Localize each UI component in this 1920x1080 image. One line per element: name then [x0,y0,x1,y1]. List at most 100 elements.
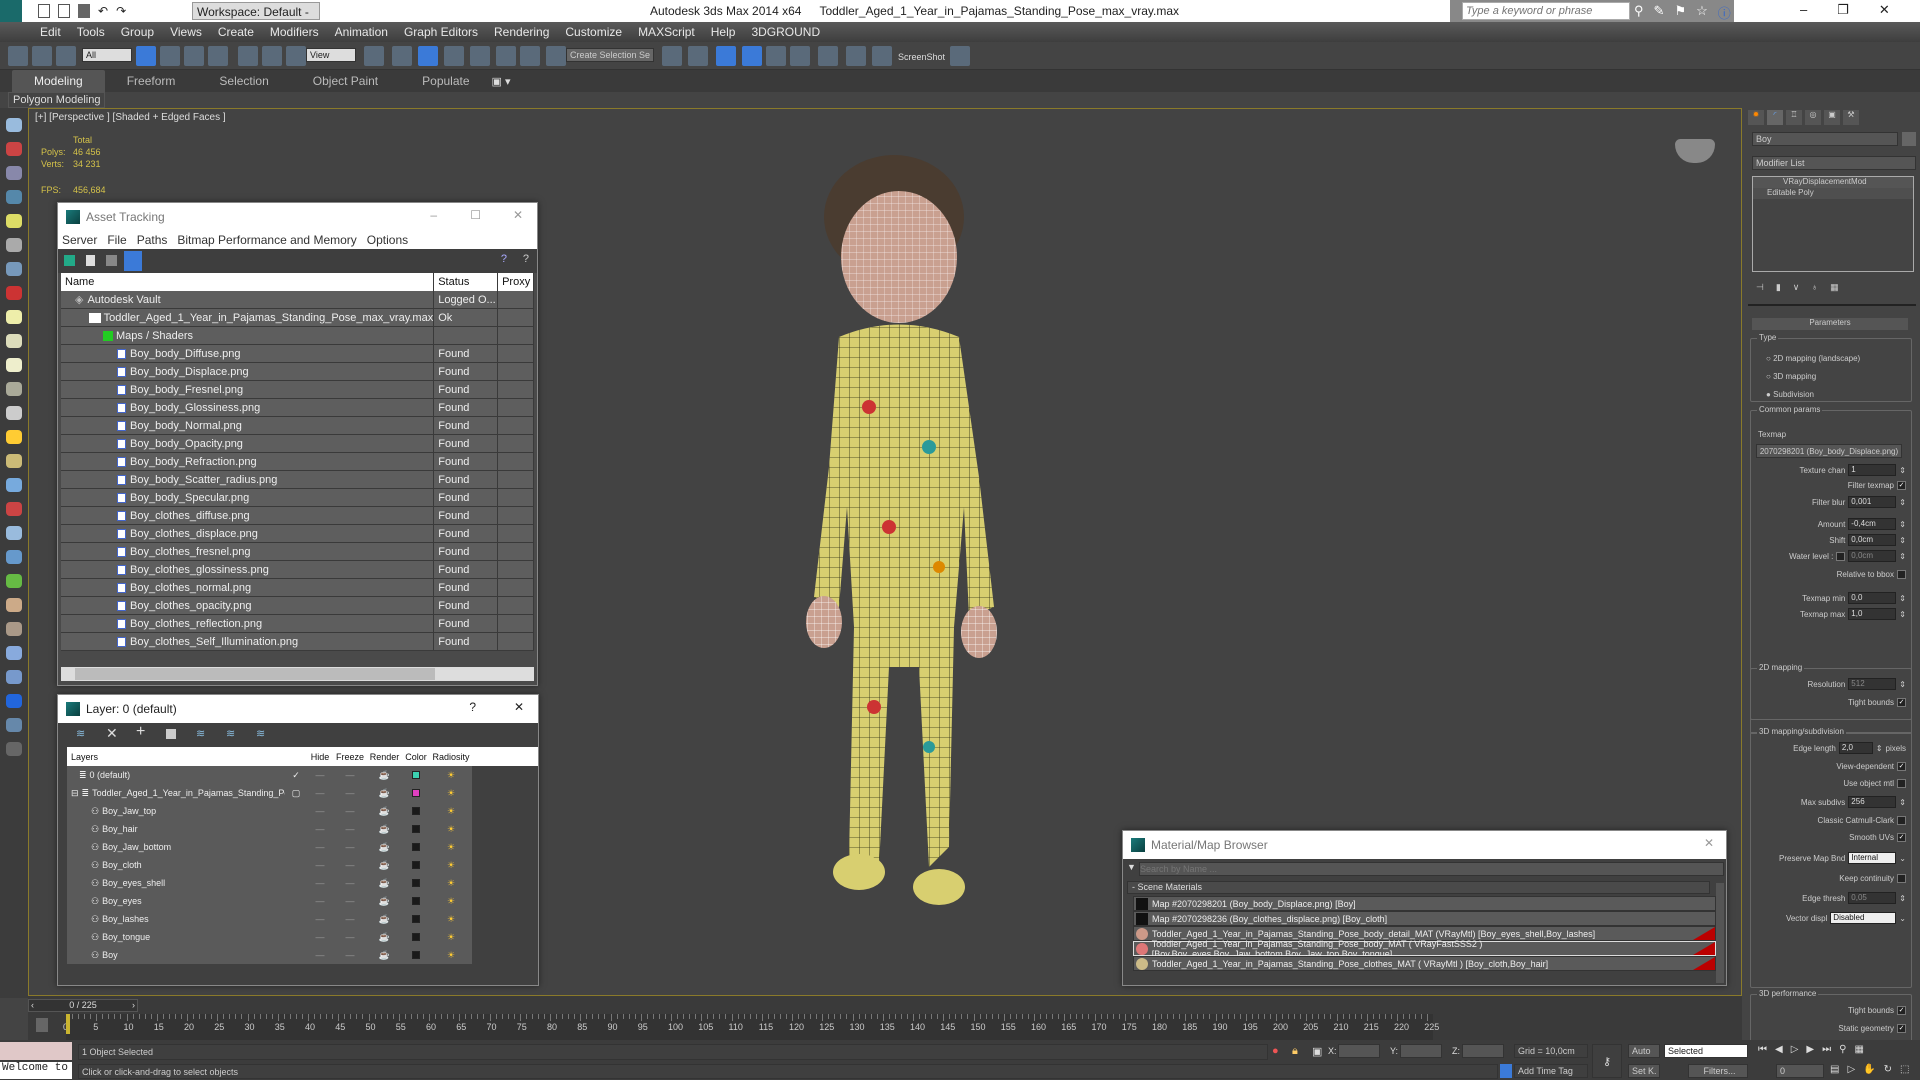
color-swatch[interactable] [402,807,430,815]
reference-coordinate-dropdown[interactable]: View [306,48,356,62]
context-help-icon[interactable]: ? [523,253,529,265]
asset-row[interactable]: Boy_clothes_normal.png Found [61,579,535,597]
close-button[interactable]: ✕ [514,700,524,714]
teapot-prim-icon[interactable] [6,382,22,396]
hide-toggle[interactable]: — [307,770,333,780]
absolute-mode-icon[interactable]: ▣ [1312,1045,1322,1058]
angle-snap-icon[interactable] [470,46,490,66]
menu-customize[interactable]: Customize [565,25,622,39]
asset-row[interactable]: Boy_body_Scatter_radius.png Found [61,471,535,489]
zoom-extents-icon[interactable]: ▦ [1854,1044,1863,1055]
sphere-icon[interactable] [6,334,22,348]
radiosity-icon[interactable]: ☀ [430,878,472,889]
modify-tab-icon[interactable]: ◜ [1767,110,1783,125]
minimize-button[interactable]: – [430,208,437,222]
light-icon[interactable] [6,214,22,228]
render-icon[interactable] [950,46,970,66]
hide-toggle[interactable]: — [307,860,333,870]
vray-icon[interactable] [6,694,22,708]
vertical-scrollbar[interactable] [1716,883,1724,983]
box-icon[interactable] [6,358,22,372]
layer-row[interactable]: ⚇ Boy_hair — — ☕ ☀ [67,820,472,838]
collapse-icon[interactable]: ⊟ [71,788,79,799]
menu-bitmap-performance-and-memory[interactable]: Bitmap Performance and Memory [177,233,356,247]
maximize-button[interactable]: ☐ [470,208,481,222]
help-icon[interactable]: ⓘ [1718,3,1731,22]
hide-toggle[interactable]: — [307,896,333,906]
texmap-button[interactable]: 2070298201 (Boy_body_Displace.png) [1756,444,1902,458]
window-crossing-icon[interactable] [208,46,228,66]
play-icon[interactable]: ▷ [1791,1044,1799,1055]
selection-filter-dropdown[interactable]: All [82,48,132,62]
menu-help[interactable]: Help [711,25,736,39]
next-frame-icon[interactable]: › [132,1000,135,1010]
next-key-icon[interactable]: ▶ [1806,1044,1814,1055]
motion-tab-icon[interactable]: ◎ [1805,110,1821,125]
hide-toggle[interactable]: — [307,788,333,798]
asset-row[interactable]: Boy_body_Diffuse.png Found [61,345,535,363]
freeze-toggle[interactable]: — [333,860,367,870]
pivot-center-icon[interactable] [364,46,384,66]
spinner-icon[interactable]: ⇕ [1899,594,1906,603]
menu-file[interactable]: File [107,233,126,247]
search-by-name-input[interactable] [1139,862,1724,876]
hierarchy-tab-icon[interactable]: ♖ [1786,110,1802,125]
classic-catmull-clark-checkbox[interactable] [1897,816,1906,825]
screenshot-label[interactable]: ScreenShot [898,52,945,62]
camera-icon[interactable] [6,238,22,252]
column-freeze[interactable]: Freeze [333,752,367,762]
scene-explorer-icon[interactable] [6,142,22,156]
close-button[interactable]: ✕ [513,208,523,222]
restore-button[interactable]: ❐ [1837,2,1849,18]
render-teapot-icon[interactable]: ☕ [367,788,402,799]
texmap-max-field[interactable]: 1,0 [1848,608,1897,620]
snaps-toggle-icon[interactable] [444,46,464,66]
radio-2d-mapping[interactable]: ○ 2D mapping (landscape) [1766,354,1860,363]
freeze-toggle[interactable]: — [333,896,367,906]
open-file-icon[interactable] [58,4,70,18]
layer-row[interactable]: ⚇ Boy — — ☕ ☀ [67,946,472,964]
link-icon[interactable] [8,46,28,66]
render-teapot-icon[interactable]: ☕ [367,770,402,781]
spinner-icon[interactable]: ⇕ [1899,536,1906,545]
asset-row[interactable]: Boy_clothes_fresnel.png Found [61,543,535,561]
smooth-uvs-checkbox[interactable]: ✓ [1897,833,1906,842]
tab-selection[interactable]: Selection [197,70,290,92]
set-key-button[interactable]: Set K. [1628,1064,1660,1078]
configure-sets-icon[interactable]: ▦ [1830,282,1839,293]
stack-item-editable-poly[interactable]: Editable Poly [1753,188,1913,199]
render-teapot-icon[interactable]: ☕ [367,878,402,889]
preserve-map-bnd-field[interactable]: Internal [1848,852,1897,864]
material-item[interactable]: Map #2070298236 (Boy_clothes_displace.pn… [1133,911,1716,926]
render-teapot-icon[interactable]: ☕ [367,950,402,961]
current-frame-field[interactable]: 0 [1776,1064,1824,1078]
color-swatch[interactable] [402,951,430,959]
chevron-down-icon[interactable]: ⌄ [1899,854,1906,863]
hair-icon[interactable] [6,526,22,540]
ribbon-options-icon[interactable]: ▣ ▾ [492,75,511,88]
hide-toggle[interactable]: — [307,878,333,888]
asset-row[interactable]: Boy_clothes_glossiness.png Found [61,561,535,579]
asset-row[interactable]: Boy_body_Specular.png Found [61,489,535,507]
freeze-toggle[interactable]: — [333,914,367,924]
menu-edit[interactable]: Edit [40,25,61,39]
tab-modeling[interactable]: Modeling [12,70,105,92]
layer-row[interactable]: ⚇ Boy_Jaw_bottom — — ☕ ☀ [67,838,472,856]
show-end-result-icon[interactable]: ▮ [1776,282,1781,293]
freeze-toggle[interactable]: — [333,788,367,798]
edge-thresh-field[interactable]: 0,05 [1848,892,1897,904]
asset-row[interactable]: Boy_clothes_Self_Illumination.png Found [61,633,535,651]
y-coordinate-field[interactable] [1400,1044,1442,1058]
layer-explorer-icon[interactable] [6,166,22,180]
tab-object-paint[interactable]: Object Paint [291,70,400,92]
asset-row[interactable]: Boy_body_Normal.png Found [61,417,535,435]
column-status[interactable]: Status [434,273,499,291]
auto-key-button[interactable]: Auto [1628,1044,1660,1058]
schematic-view-icon[interactable] [790,46,810,66]
layer-manager-icon[interactable] [716,46,736,66]
hide-toggle[interactable]: — [307,932,333,942]
thumbnail-view-icon[interactable] [106,255,117,266]
cylinder-icon[interactable] [6,454,22,468]
spinner-icon[interactable]: ⇕ [1899,498,1906,507]
column-layers[interactable]: Layers [67,752,285,762]
